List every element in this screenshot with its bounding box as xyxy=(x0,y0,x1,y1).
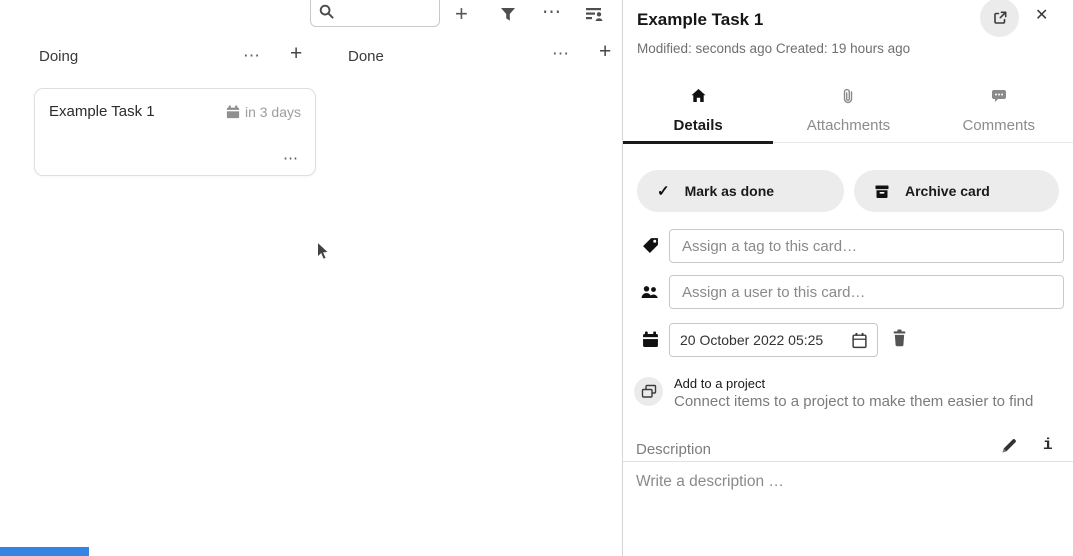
funnel-icon xyxy=(500,7,516,22)
card-title: Example Task 1 xyxy=(49,103,155,120)
external-link-icon xyxy=(992,10,1008,26)
panel-tab-bar: Details Attachments xyxy=(623,84,1073,143)
tab-details-label: Details xyxy=(623,117,773,134)
panel-title: Example Task 1 xyxy=(637,10,763,30)
filter-button[interactable] xyxy=(500,7,516,25)
board-menu-button[interactable]: ⋯ xyxy=(542,1,561,24)
column-doing-menu-button[interactable]: ⋯ xyxy=(243,46,261,66)
task-card[interactable]: Example Task 1 in 3 days ⋯ xyxy=(34,88,316,176)
description-label: Description xyxy=(636,441,711,458)
mark-as-done-label: Mark as done xyxy=(685,183,774,199)
panel-modified-created-meta: Modified: seconds ago Created: 19 hours … xyxy=(637,41,910,56)
due-date-icon xyxy=(642,331,659,348)
column-done-menu-button[interactable]: ⋯ xyxy=(552,44,570,64)
due-date-value: 20 October 2022 05:25 xyxy=(680,332,823,348)
search-input[interactable] xyxy=(339,3,434,19)
close-panel-button[interactable]: ✕ xyxy=(1035,5,1048,25)
pencil-icon xyxy=(1001,437,1018,454)
remove-due-date-button[interactable] xyxy=(891,329,908,350)
column-doing-add-button[interactable]: + xyxy=(290,42,302,66)
paperclip-icon xyxy=(842,88,854,106)
card-due-label: in 3 days xyxy=(245,104,301,120)
add-to-project-button[interactable] xyxy=(634,377,663,406)
column-title-done: Done xyxy=(348,48,384,65)
home-icon xyxy=(690,88,707,104)
archive-card-button[interactable]: Archive card xyxy=(854,170,1059,212)
add-to-project-subtitle: Connect items to a project to make them … xyxy=(674,393,1033,410)
description-placeholder-text[interactable]: Write a description … xyxy=(636,473,784,491)
project-frames-icon xyxy=(641,384,657,399)
card-details-toggle-button[interactable] xyxy=(586,6,604,25)
users-icon xyxy=(641,284,660,300)
tab-attachments[interactable]: Attachments xyxy=(773,84,923,142)
edit-description-button[interactable] xyxy=(1001,437,1018,457)
chat-bubble-icon xyxy=(991,88,1007,103)
due-date-field[interactable]: 20 October 2022 05:25 xyxy=(669,323,878,357)
calendar-icon xyxy=(226,105,240,119)
tab-details[interactable]: Details xyxy=(623,84,773,142)
mark-as-done-button[interactable]: ✓ Mark as done xyxy=(637,170,844,212)
tab-comments[interactable]: Comments xyxy=(924,84,1073,142)
card-menu-button[interactable]: ⋯ xyxy=(283,149,299,167)
description-info-button[interactable]: i xyxy=(1043,436,1053,454)
card-due-date: in 3 days xyxy=(226,104,301,120)
bottom-left-accent-bar xyxy=(0,547,89,556)
mouse-cursor xyxy=(316,241,331,263)
search-icon xyxy=(319,4,334,19)
archive-icon xyxy=(874,184,890,199)
description-divider xyxy=(623,461,1073,462)
card-detail-panel: Example Task 1 Modified: seconds ago Cre… xyxy=(622,0,1073,556)
tag-icon xyxy=(642,237,659,254)
check-icon: ✓ xyxy=(657,182,670,200)
tab-attachments-label: Attachments xyxy=(773,117,923,134)
assign-user-input[interactable] xyxy=(669,275,1064,309)
kanban-app-window: + ⋯ Doing ⋯ + Example Task 1 in 3 days xyxy=(0,0,1073,556)
column-done-add-button[interactable]: + xyxy=(599,40,611,64)
column-title-doing: Doing xyxy=(39,48,78,65)
tab-comments-label: Comments xyxy=(924,117,1073,134)
trash-icon xyxy=(891,329,908,347)
assign-tag-input[interactable] xyxy=(669,229,1064,263)
search-input-box[interactable] xyxy=(310,0,440,27)
add-card-button[interactable]: + xyxy=(455,1,468,27)
open-in-window-button[interactable] xyxy=(980,0,1019,37)
list-person-icon xyxy=(586,6,604,22)
calendar-picker-icon[interactable] xyxy=(851,332,868,349)
add-to-project-title[interactable]: Add to a project xyxy=(674,376,765,391)
archive-card-label: Archive card xyxy=(905,183,990,199)
